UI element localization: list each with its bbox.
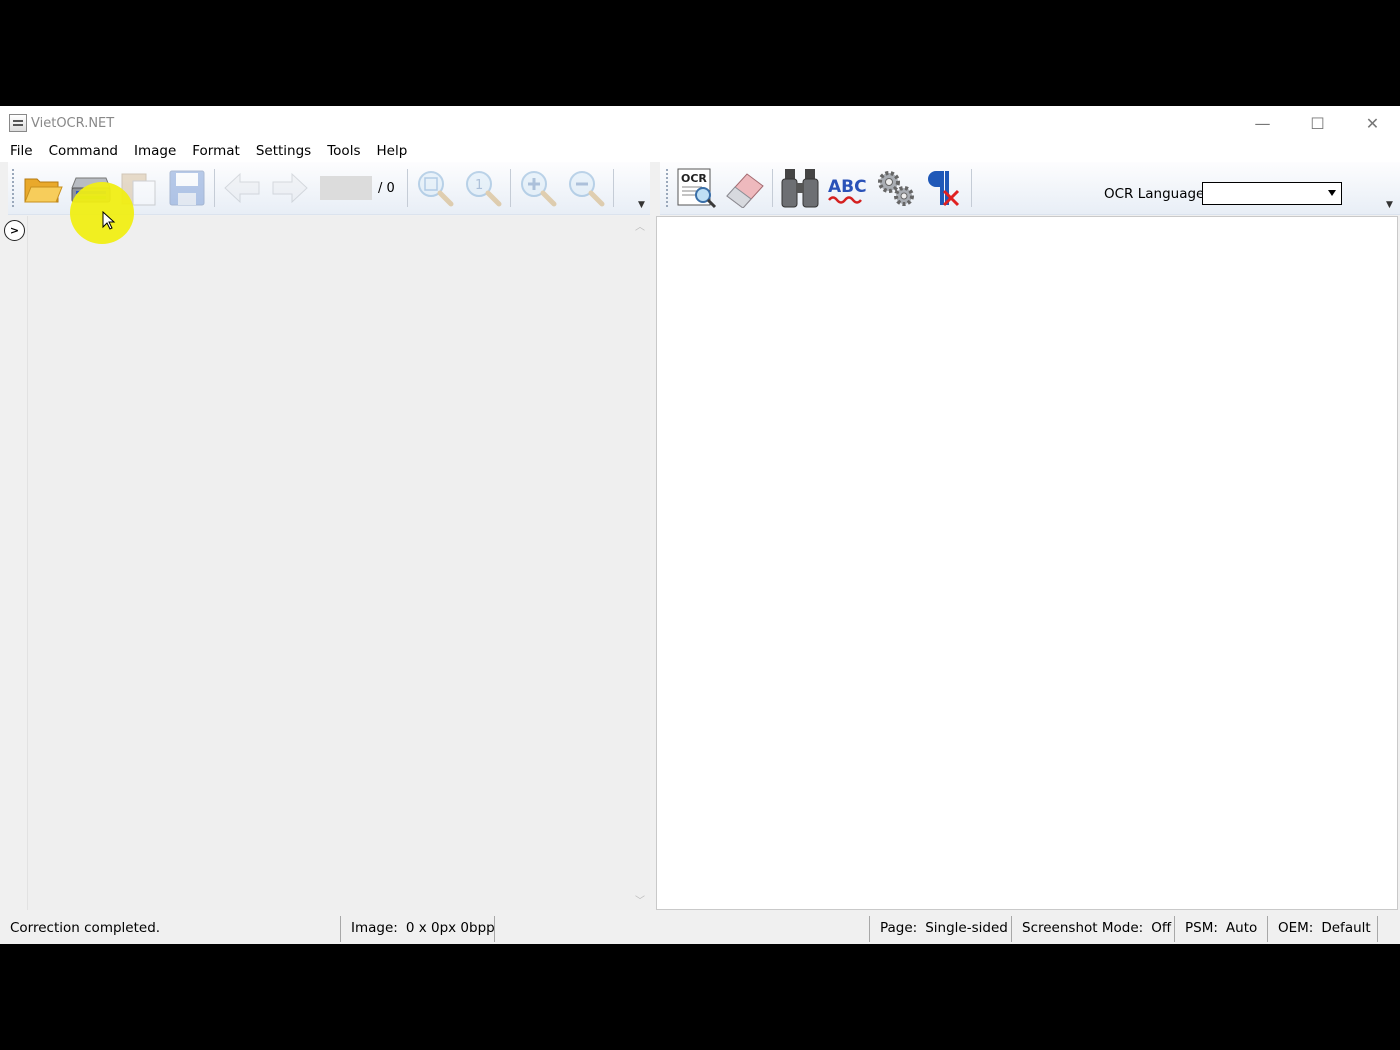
menu-settings[interactable]: Settings (248, 140, 319, 162)
status-psm[interactable]: PSM: Auto (1175, 912, 1267, 944)
find-button[interactable] (776, 166, 824, 210)
title-bar: VietOCR.NET — ☐ ✕ (0, 106, 1400, 140)
eraser-button[interactable] (721, 166, 769, 210)
status-screenshot-label: Screenshot Mode: (1022, 920, 1144, 936)
prev-page-icon (224, 172, 260, 204)
menu-tools[interactable]: Tools (319, 140, 368, 162)
status-oem[interactable]: OEM: Default (1268, 912, 1381, 944)
menu-file[interactable]: File (2, 140, 41, 162)
eraser-icon (726, 173, 764, 208)
toolbar-overflow-icon[interactable]: ▼ (1386, 200, 1393, 210)
page-number-input[interactable] (320, 176, 372, 200)
status-screenshot-mode[interactable]: Screenshot Mode: Off (1012, 912, 1181, 944)
svg-text:1: 1 (475, 178, 483, 193)
status-page-value: Single-sided (925, 920, 1008, 936)
status-message: Correction completed. (0, 912, 170, 944)
ocr-text-area[interactable] (656, 216, 1398, 910)
status-screenshot-value: Off (1151, 920, 1172, 936)
ocr-language-select[interactable] (1202, 182, 1342, 205)
window-title: VietOCR.NET (31, 115, 115, 131)
window-controls: — ☐ ✕ (1235, 106, 1400, 140)
menu-command[interactable]: Command (41, 140, 126, 162)
next-page-button[interactable] (266, 166, 314, 210)
zoom-in-icon (521, 171, 557, 207)
fit-image-button[interactable] (411, 166, 459, 210)
image-canvas[interactable]: ︿ ﹀ (28, 216, 650, 910)
prev-page-button[interactable] (218, 166, 266, 210)
zoom-in-button[interactable] (514, 166, 562, 210)
status-psm-label: PSM: (1185, 920, 1218, 936)
image-pane: > ︿ ﹀ (0, 216, 654, 910)
svg-text:ABC: ABC (828, 177, 867, 197)
status-image-info: Image: 0 x 0px 0bpp (341, 912, 505, 944)
thumbnail-strip: > (0, 216, 28, 910)
spellcheck-icon: ABC (828, 177, 867, 204)
ocr-icon: OCR (677, 168, 717, 209)
app-window: VietOCR.NET — ☐ ✕ File Command Image For… (0, 106, 1400, 944)
save-button[interactable] (163, 166, 211, 210)
status-page-mode[interactable]: Page: Single-sided (870, 912, 1018, 944)
spellcheck-button[interactable]: ABC (824, 166, 872, 210)
toolbar-overflow-icon[interactable]: ▼ (638, 200, 645, 210)
remove-line-breaks-button[interactable] (920, 166, 968, 210)
remove-line-breaks-icon (928, 171, 960, 207)
zoom-out-button[interactable] (562, 166, 610, 210)
svg-text:OCR: OCR (681, 172, 707, 185)
page-count: / 0 (378, 180, 395, 196)
actual-size-icon: 1 (466, 171, 502, 207)
settings-button[interactable] (872, 166, 920, 210)
status-bar: Correction completed. Image: 0 x 0px 0bpp… (0, 912, 1400, 944)
scroll-down-icon[interactable]: ﹀ (635, 892, 645, 907)
ocr-language-label: OCR Language (1104, 186, 1205, 202)
status-oem-value: Default (1321, 920, 1371, 936)
mouse-cursor-icon (102, 211, 116, 230)
minimize-button[interactable]: — (1235, 106, 1290, 140)
status-image-value: 0 x 0px 0bpp (405, 920, 495, 936)
toolbar-separator (971, 169, 972, 207)
open-button[interactable] (19, 166, 67, 210)
status-page-label: Page: (880, 920, 918, 936)
toolbar-separator (510, 169, 511, 207)
toolbar-grip[interactable] (666, 169, 669, 207)
settings-gears-icon (878, 171, 914, 206)
status-image-label: Image: (351, 920, 398, 936)
ocr-toolbar: OCR ABC OCR Language ▼ (660, 162, 1400, 215)
expand-thumbnails-button[interactable]: > (4, 220, 25, 241)
scroll-up-icon[interactable]: ︿ (635, 218, 645, 233)
status-message-text: Correction completed. (10, 920, 161, 936)
status-separator (494, 916, 495, 942)
close-button[interactable]: ✕ (1345, 106, 1400, 140)
toolbar-separator (613, 169, 614, 207)
chevron-down-icon (1328, 190, 1336, 196)
actual-size-button[interactable]: 1 (459, 166, 507, 210)
toolbar-separator (772, 169, 773, 207)
save-icon (169, 170, 205, 206)
next-page-icon (272, 172, 308, 204)
zoom-out-icon (569, 171, 605, 207)
open-icon (24, 178, 63, 203)
status-separator (1377, 916, 1378, 942)
status-oem-label: OEM: (1278, 920, 1314, 936)
menu-format[interactable]: Format (184, 140, 248, 162)
app-icon (9, 114, 27, 132)
ocr-button[interactable]: OCR (673, 166, 721, 210)
toolbar-separator (407, 169, 408, 207)
binoculars-icon (781, 169, 819, 208)
menu-image[interactable]: Image (126, 140, 184, 162)
maximize-button[interactable]: ☐ (1290, 106, 1345, 140)
toolbar-separator (214, 169, 215, 207)
status-psm-value: Auto (1225, 920, 1258, 936)
menu-bar: File Command Image Format Settings Tools… (0, 140, 1400, 162)
chevron-right-icon: > (9, 224, 20, 237)
fit-image-icon (418, 171, 454, 207)
toolbar-grip[interactable] (12, 169, 15, 207)
menu-help[interactable]: Help (368, 140, 415, 162)
